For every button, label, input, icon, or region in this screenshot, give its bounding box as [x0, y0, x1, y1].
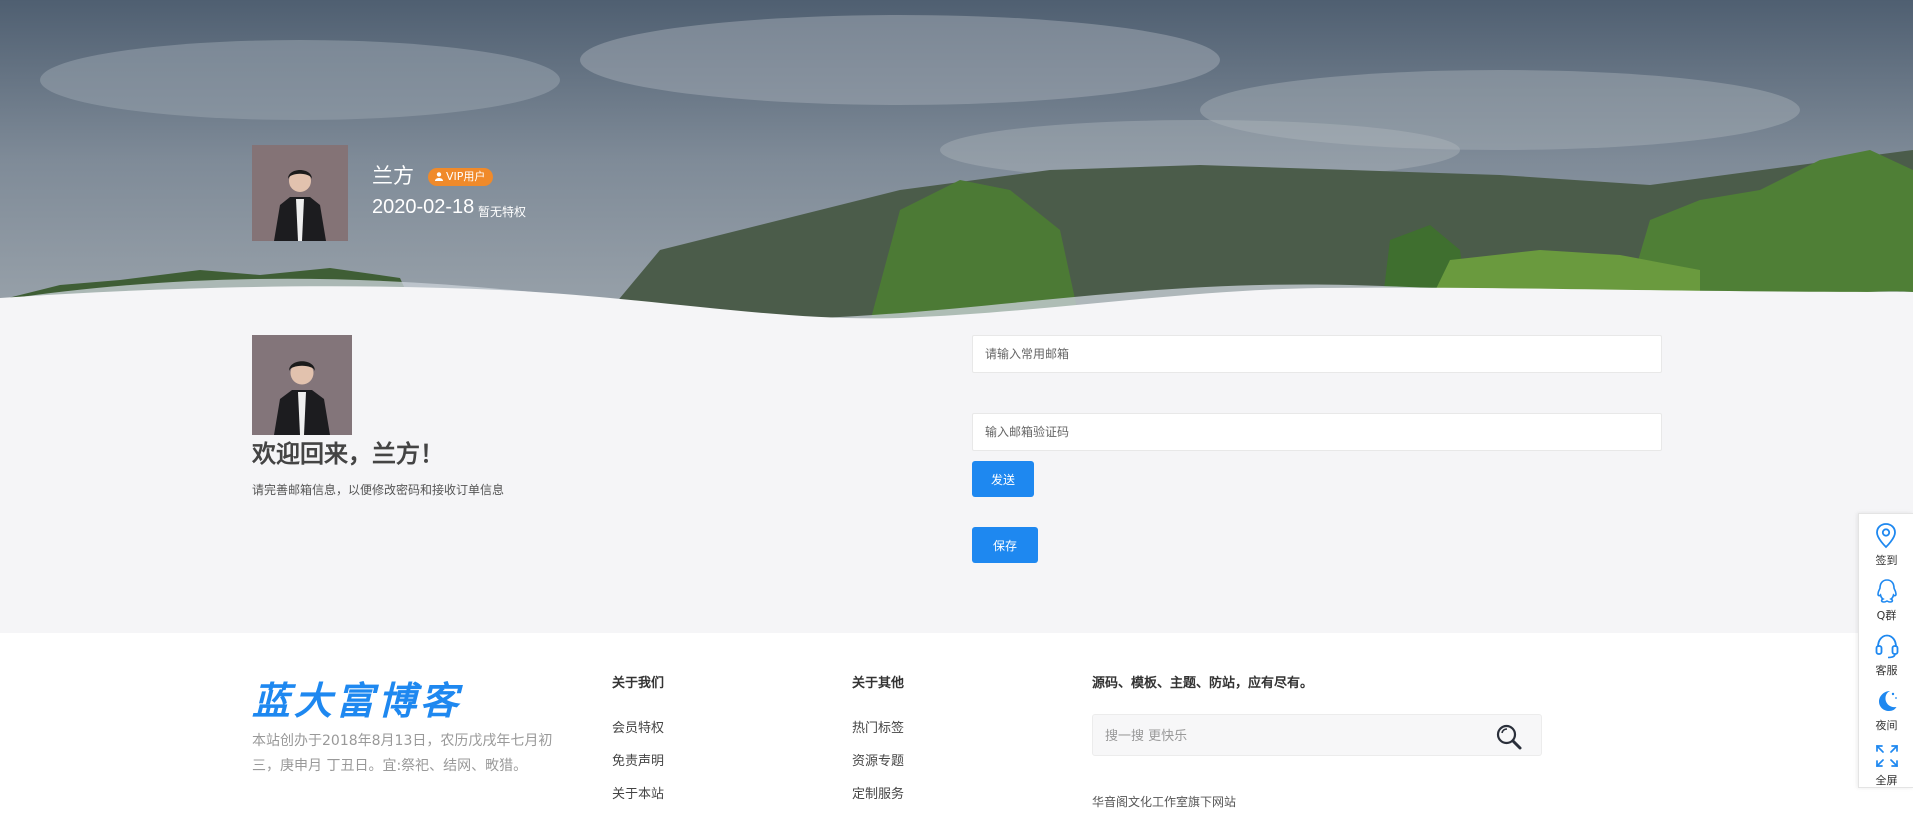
sidebar-item-label: 夜间: [1875, 719, 1898, 732]
qq-icon: [1877, 579, 1897, 603]
user-icon: [435, 172, 443, 181]
about-us-title: 关于我们: [612, 676, 665, 691]
save-button[interactable]: 保存: [972, 527, 1038, 563]
sidebar-item-fullscreen[interactable]: 全屏: [1859, 734, 1913, 789]
headset-icon: [1875, 634, 1899, 659]
vip-badge: VIP用户: [428, 168, 494, 186]
sidebar-item-label: 客服: [1875, 664, 1898, 677]
send-code-button[interactable]: 发送: [972, 461, 1034, 497]
footer-slogan: 源码、模板、主题、防站，应有尽有。: [1092, 676, 1314, 691]
profile-name: 兰方: [372, 164, 414, 188]
sidebar-item-support[interactable]: 客服: [1859, 624, 1913, 679]
vip-label: VIP用户: [446, 170, 486, 183]
sidebar-item-night-mode[interactable]: 夜间: [1859, 679, 1913, 734]
footer-search: [1092, 714, 1542, 756]
floating-toolbar: 签到 Q群 客服 夜间 全屏: [1858, 513, 1913, 788]
fullscreen-icon: [1876, 745, 1898, 767]
link-custom-service[interactable]: 定制服务: [852, 783, 904, 802]
search-icon[interactable]: [1495, 723, 1523, 751]
sidebar-item-label: Q群: [1876, 609, 1897, 622]
link-about-site[interactable]: 关于本站: [612, 783, 664, 802]
studio-note: 华音阁文化工作室旗下网站: [1092, 795, 1237, 809]
location-pin-icon: [1876, 523, 1896, 549]
sidebar-item-label: 签到: [1875, 554, 1898, 567]
site-footer: 蓝大富博客 本站创办于2018年8月13日，农历戊戌年七月初三，庚申月 丁丑日。…: [0, 633, 1913, 832]
moon-icon: [1879, 691, 1897, 711]
about-other-title: 关于其他: [852, 676, 905, 691]
search-input[interactable]: [1105, 726, 1475, 746]
sidebar-item-label: 全屏: [1875, 774, 1898, 787]
member-date: 2020-02-18: [372, 196, 475, 218]
verification-code-input[interactable]: [972, 413, 1662, 451]
user-avatar[interactable]: [252, 335, 352, 435]
site-logo[interactable]: 蓝大富博客: [252, 670, 462, 725]
site-description: 本站创办于2018年8月13日，农历戊戌年七月初三，庚申月 丁丑日。宜:祭祀、结…: [252, 733, 553, 774]
link-disclaimer[interactable]: 免责声明: [612, 750, 664, 769]
link-member-privileges[interactable]: 会员特权: [612, 717, 664, 736]
email-input[interactable]: [972, 335, 1662, 373]
privilege-text: 暂无特权: [478, 205, 527, 219]
profile-banner: 兰方 VIP用户 2020-02-18 暂无特权: [0, 0, 1913, 322]
sidebar-item-checkin[interactable]: 签到: [1859, 514, 1913, 569]
welcome-heading: 欢迎回来，兰方！: [252, 440, 444, 468]
link-resource-topics[interactable]: 资源专题: [852, 750, 904, 769]
link-hot-tags[interactable]: 热门标签: [852, 717, 904, 736]
banner-avatar[interactable]: [252, 145, 348, 241]
welcome-subtitle: 请完善邮箱信息，以便修改密码和接收订单信息: [252, 483, 505, 497]
sidebar-item-qq-group[interactable]: Q群: [1859, 569, 1913, 624]
